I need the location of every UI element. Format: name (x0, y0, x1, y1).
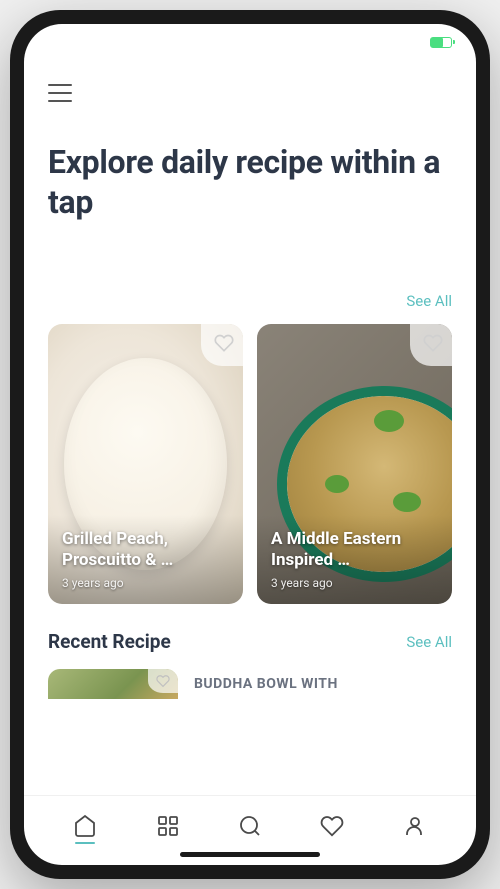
recipe-title: A Middle Eastern Inspired … (271, 529, 438, 570)
hero-title: Explore daily recipe within a tap (48, 142, 452, 222)
phone-screen: Explore daily recipe within a tap See Al… (24, 24, 476, 865)
recent-item-title: BUDDHA BOWL WITH (194, 676, 338, 692)
home-icon (73, 814, 97, 838)
recent-see-all-link[interactable]: See All (406, 633, 452, 651)
nav-favorites[interactable] (312, 806, 352, 846)
search-icon (238, 814, 262, 838)
battery-fill (431, 38, 443, 47)
favorite-button[interactable] (201, 324, 243, 366)
status-bar (24, 24, 476, 60)
recent-header: Recent Recipe See All (48, 630, 452, 653)
favorite-button[interactable] (148, 669, 178, 693)
heart-icon (320, 814, 344, 838)
home-indicator[interactable] (180, 852, 320, 857)
battery-icon (430, 37, 452, 48)
featured-cards-row[interactable]: Grilled Peach, Proscuitto & … 3 years ag… (48, 324, 452, 604)
nav-categories[interactable] (148, 806, 188, 846)
featured-see-all-link[interactable]: See All (406, 292, 452, 310)
recent-heading: Recent Recipe (48, 630, 171, 653)
recipe-date: 3 years ago (271, 576, 438, 590)
featured-header: See All (48, 292, 452, 310)
nav-home[interactable] (65, 806, 105, 846)
recent-item[interactable]: BUDDHA BOWL WITH (48, 669, 452, 699)
nav-profile[interactable] (395, 806, 435, 846)
recipe-card[interactable]: Grilled Peach, Proscuitto & … 3 years ag… (48, 324, 243, 604)
recipe-date: 3 years ago (62, 576, 229, 590)
recipe-title: Grilled Peach, Proscuitto & … (62, 529, 229, 570)
heart-icon (156, 674, 170, 688)
hamburger-menu-icon[interactable] (48, 84, 72, 102)
nav-search[interactable] (230, 806, 270, 846)
card-overlay: A Middle Eastern Inspired … 3 years ago (257, 515, 452, 604)
phone-frame: Explore daily recipe within a tap See Al… (10, 10, 490, 879)
card-overlay: Grilled Peach, Proscuitto & … 3 years ag… (48, 515, 243, 604)
heart-icon (423, 333, 443, 353)
heart-icon (214, 333, 234, 353)
recent-thumbnail (48, 669, 178, 699)
main-content: Explore daily recipe within a tap See Al… (24, 60, 476, 795)
grid-icon (156, 814, 180, 838)
favorite-button[interactable] (410, 324, 452, 366)
bottom-nav (24, 795, 476, 865)
user-icon (403, 814, 427, 838)
recipe-card[interactable]: A Middle Eastern Inspired … 3 years ago (257, 324, 452, 604)
